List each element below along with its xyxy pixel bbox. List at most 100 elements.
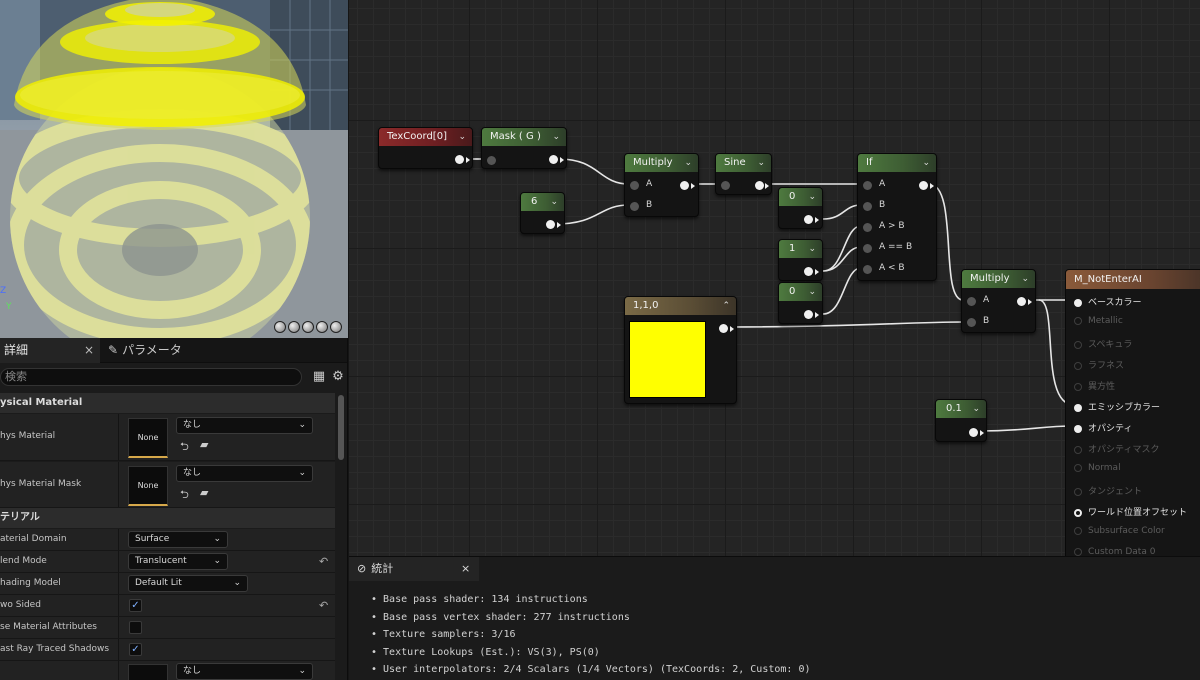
stats-line: User interpolators: 2/4 Scalars (1/4 Vec… <box>371 661 810 679</box>
blend-mode-combo[interactable]: Translucent ⌄ <box>128 553 228 570</box>
two-sided-checkbox[interactable]: ✓ <box>129 599 142 612</box>
row-label: aterial Domain <box>0 534 67 544</box>
material-output-node[interactable]: M_NotEnterAI ベースカラー Metallic スペキュラ ラフネス … <box>1065 269 1200 556</box>
output-pin-custom-data-0[interactable]: Custom Data 0 <box>1074 547 1155 556</box>
output-pin[interactable] <box>804 310 813 319</box>
output-pin[interactable] <box>719 324 728 333</box>
output-pin[interactable] <box>455 155 464 164</box>
pin-arrow-icon <box>815 312 819 318</box>
color-swatch[interactable] <box>629 321 706 398</box>
category-physical-material[interactable]: ysical Material <box>0 393 335 413</box>
phys-material-combo[interactable]: なし ⌄ <box>176 417 313 434</box>
output-pin[interactable] <box>804 267 813 276</box>
input-pin-a-less-b[interactable] <box>863 265 872 274</box>
cast-ray-traced-shadows-checkbox[interactable]: ✓ <box>129 643 142 656</box>
output-pin-opacity-mask[interactable]: オパシティマスク <box>1074 442 1159 455</box>
tab-stats[interactable]: ⊘ 統計 × <box>349 557 479 581</box>
browse-arrow-icon[interactable]: ⮌ <box>180 438 189 457</box>
input-pin-b[interactable] <box>967 318 976 327</box>
preview-cylinder-button[interactable] <box>288 321 300 333</box>
material-thumbnail[interactable]: None <box>128 466 168 506</box>
preview-mesh-button[interactable] <box>330 321 342 333</box>
folder-search-icon[interactable]: ▰ <box>200 486 208 499</box>
details-search-input[interactable]: 検索 <box>0 368 302 386</box>
close-icon[interactable]: × <box>84 344 94 357</box>
material-preview-viewport[interactable]: Z Y <box>0 0 348 338</box>
preview-cube-button[interactable] <box>316 321 328 333</box>
output-pin-normal[interactable]: Normal <box>1074 463 1121 473</box>
row-label: ast Ray Traced Shadows <box>0 644 110 654</box>
use-material-attributes-checkbox[interactable] <box>129 621 142 634</box>
pin-label: Subsurface Color <box>1088 526 1165 536</box>
node-constant-color[interactable]: 1,1,0 ⌃ <box>624 296 737 404</box>
output-pin-roughness[interactable]: ラフネス <box>1074 358 1124 371</box>
material-domain-combo[interactable]: Surface ⌄ <box>128 531 228 548</box>
node-if[interactable]: If ⌄ A B A > B A == B A < B <box>857 153 937 281</box>
node-constant-0-1[interactable]: 0.1 ⌄ <box>935 399 987 442</box>
node-texcoord[interactable]: TexCoord[0] ⌄ <box>378 127 473 169</box>
output-pin-world-position-offset[interactable]: ワールド位置オフセット <box>1074 505 1187 518</box>
preview-plane-button[interactable] <box>302 321 314 333</box>
output-pin[interactable] <box>1017 297 1026 306</box>
output-pin-metallic[interactable]: Metallic <box>1074 316 1123 326</box>
node-constant-6[interactable]: 6 ⌄ <box>520 192 565 234</box>
input-pin-b[interactable] <box>863 202 872 211</box>
shading-model-combo[interactable]: Default Lit ⌄ <box>128 575 248 592</box>
output-pin[interactable] <box>546 220 555 229</box>
stats-icon: ⊘ <box>357 562 367 575</box>
node-sine[interactable]: Sine ⌄ <box>715 153 772 195</box>
close-icon[interactable]: × <box>461 557 470 581</box>
material-graph[interactable]: TexCoord[0] ⌄ Mask ( G ) ⌄ 6 ⌄ Multiply ⌄ A … <box>349 0 1200 556</box>
table-view-icon[interactable]: ▦ <box>312 370 326 384</box>
pin-label: A <box>879 179 886 189</box>
pin-arrow-icon <box>730 326 734 332</box>
input-pin[interactable] <box>487 156 496 165</box>
node-multiply-2[interactable]: Multiply ⌄ A B <box>961 269 1036 333</box>
output-pin[interactable] <box>804 215 813 224</box>
output-pin-anisotropy[interactable]: 異方性 <box>1074 379 1115 392</box>
combo-value: なし <box>183 666 202 676</box>
input-pin-a[interactable] <box>967 297 976 306</box>
output-pin-subsurface-color[interactable]: Subsurface Color <box>1074 526 1165 536</box>
input-pin-a[interactable] <box>863 181 872 190</box>
output-pin-tangent[interactable]: タンジェント <box>1074 484 1142 497</box>
output-pin[interactable] <box>919 181 928 190</box>
reset-icon[interactable]: ↶ <box>319 555 328 568</box>
node-constant-0-b[interactable]: 0 ⌄ <box>778 282 823 324</box>
pin-label: A > B <box>879 221 905 231</box>
input-pin-a-equal-b[interactable] <box>863 244 872 253</box>
tab-stats-label: 統計 <box>371 562 394 575</box>
browse-arrow-icon[interactable]: ⮌ <box>180 486 189 505</box>
output-pin[interactable] <box>969 428 978 437</box>
reset-icon[interactable]: ↶ <box>319 599 328 612</box>
input-pin[interactable] <box>721 181 730 190</box>
node-constant-1[interactable]: 1 ⌄ <box>778 239 823 281</box>
phys-material-mask-combo[interactable]: なし ⌄ <box>176 465 313 482</box>
node-constant-0-a[interactable]: 0 ⌄ <box>778 187 823 229</box>
category-material[interactable]: テリアル <box>0 508 335 528</box>
input-pin-b[interactable] <box>630 202 639 211</box>
material-thumbnail[interactable]: None <box>128 418 168 458</box>
folder-search-icon[interactable]: ▰ <box>200 438 208 451</box>
row-label: wo Sided <box>0 600 41 610</box>
node-title: 1 <box>789 243 796 254</box>
output-pin-opacity[interactable]: オパシティ <box>1074 421 1132 434</box>
material-thumbnail[interactable] <box>128 664 168 680</box>
output-pin-emissive-color[interactable]: エミッシブカラー <box>1074 400 1160 413</box>
output-pin[interactable] <box>680 181 689 190</box>
combo-value: なし <box>183 468 202 478</box>
output-pin-specular[interactable]: スペキュラ <box>1074 337 1132 350</box>
pin-dot-icon <box>1074 298 1082 307</box>
details-scrollbar[interactable] <box>338 395 344 460</box>
tab-parameters[interactable]: ✎ パラメータ <box>104 338 182 363</box>
input-pin-a[interactable] <box>630 181 639 190</box>
output-pin[interactable] <box>755 181 764 190</box>
output-pin[interactable] <box>549 155 558 164</box>
output-pin-base-color[interactable]: ベースカラー <box>1074 295 1142 308</box>
node-multiply-1[interactable]: Multiply ⌄ A B <box>624 153 699 217</box>
partial-combo[interactable]: なし ⌄ <box>176 663 313 680</box>
preview-sphere-button[interactable] <box>274 321 286 333</box>
gear-icon[interactable]: ⚙ <box>331 370 345 384</box>
node-mask[interactable]: Mask ( G ) ⌄ <box>481 127 567 169</box>
input-pin-a-greater-b[interactable] <box>863 223 872 232</box>
